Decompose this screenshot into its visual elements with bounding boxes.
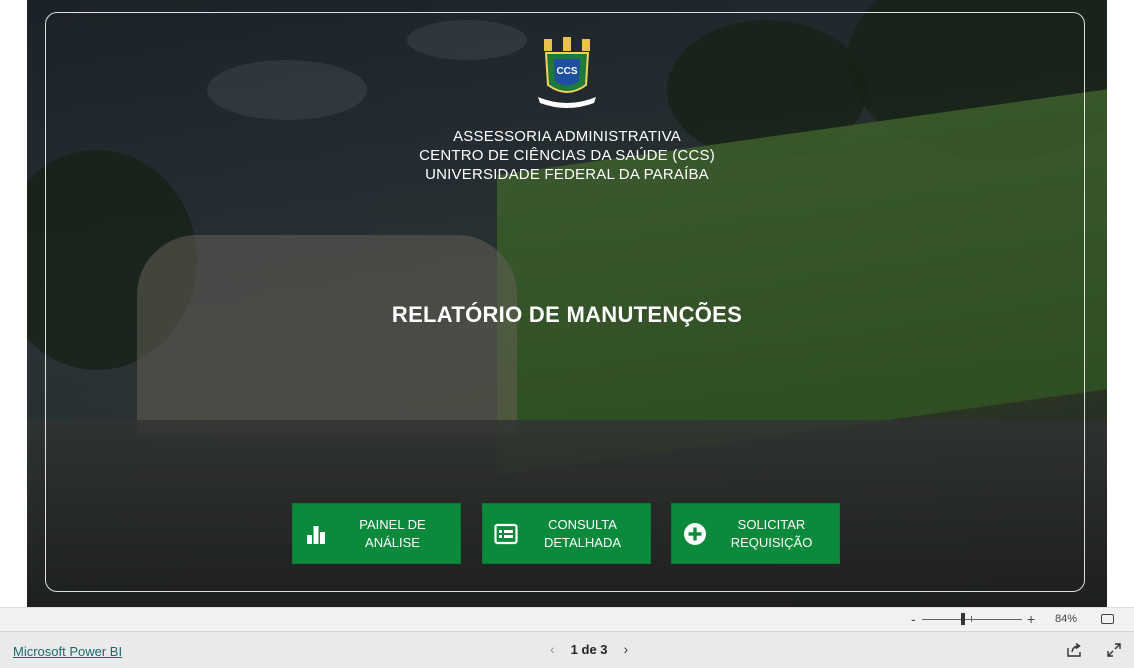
header-block: ASSESSORIA ADMINISTRATIVA CENTRO DE CIÊN… bbox=[27, 127, 1107, 184]
report-canvas: CCS ASSESSORIA ADMINISTRATIVA CENTRO DE … bbox=[27, 0, 1107, 607]
header-line-1: ASSESSORIA ADMINISTRATIVA bbox=[453, 128, 681, 145]
table-icon bbox=[483, 523, 529, 545]
microsoft-power-bi-link[interactable]: Microsoft Power BI bbox=[13, 644, 122, 659]
page-navigator: ‹ 1 de 3 › bbox=[540, 641, 638, 657]
painel-de-analise-button[interactable]: PAINEL DE ANÁLISE bbox=[292, 503, 461, 564]
bar-chart-icon bbox=[293, 523, 339, 545]
painel-de-analise-label: PAINEL DE ANÁLISE bbox=[339, 516, 460, 552]
consulta-detalhada-button[interactable]: CONSULTA DETALHADA bbox=[482, 503, 651, 564]
zoom-in-button[interactable]: + bbox=[1027, 611, 1035, 627]
zoom-slider-tick bbox=[971, 616, 972, 622]
page-indicator: 1 de 3 bbox=[570, 641, 608, 657]
zoom-slider-track[interactable] bbox=[922, 619, 1022, 620]
header-line-3: UNIVERSIDADE FEDERAL DA PARAÍBA bbox=[425, 166, 709, 183]
zoom-slider-thumb[interactable] bbox=[961, 613, 965, 625]
solicitar-requisicao-label: SOLICITAR REQUISIÇÃO bbox=[718, 516, 839, 552]
footer-bar: Microsoft Power BI ‹ 1 de 3 › bbox=[0, 631, 1134, 668]
solicitar-requisicao-button[interactable]: SOLICITAR REQUISIÇÃO bbox=[671, 503, 840, 564]
button-label-line-2: REQUISIÇÃO bbox=[730, 534, 813, 550]
report-title: RELATÓRIO DE MANUTENÇÕES bbox=[391, 302, 743, 327]
zoom-percentage: 84% bbox=[1055, 613, 1078, 625]
previous-page-button[interactable]: ‹ bbox=[540, 641, 565, 657]
consulta-detalhada-label: CONSULTA DETALHADA bbox=[529, 516, 650, 552]
share-icon[interactable] bbox=[1066, 642, 1082, 663]
fullscreen-icon[interactable] bbox=[1106, 642, 1122, 663]
button-label-line-1: SOLICITAR bbox=[737, 516, 806, 532]
button-label-line-2: ANÁLISE bbox=[365, 534, 420, 550]
next-page-button[interactable]: › bbox=[614, 641, 639, 657]
button-label-line-1: CONSULTA bbox=[548, 516, 617, 532]
zoom-out-button[interactable]: - bbox=[911, 611, 916, 627]
logo-text: CCS bbox=[556, 66, 577, 77]
zoom-bar: - + 84% bbox=[0, 607, 1134, 632]
header-line-2: CENTRO DE CIÊNCIAS DA SAÚDE (CCS) bbox=[419, 147, 715, 164]
fit-to-page-icon[interactable] bbox=[1101, 614, 1114, 624]
ccs-crest-logo: CCS bbox=[538, 37, 596, 108]
plus-circle-icon bbox=[672, 522, 718, 546]
button-label-line-2: DETALHADA bbox=[543, 534, 622, 550]
button-label-line-1: PAINEL DE bbox=[359, 516, 426, 532]
